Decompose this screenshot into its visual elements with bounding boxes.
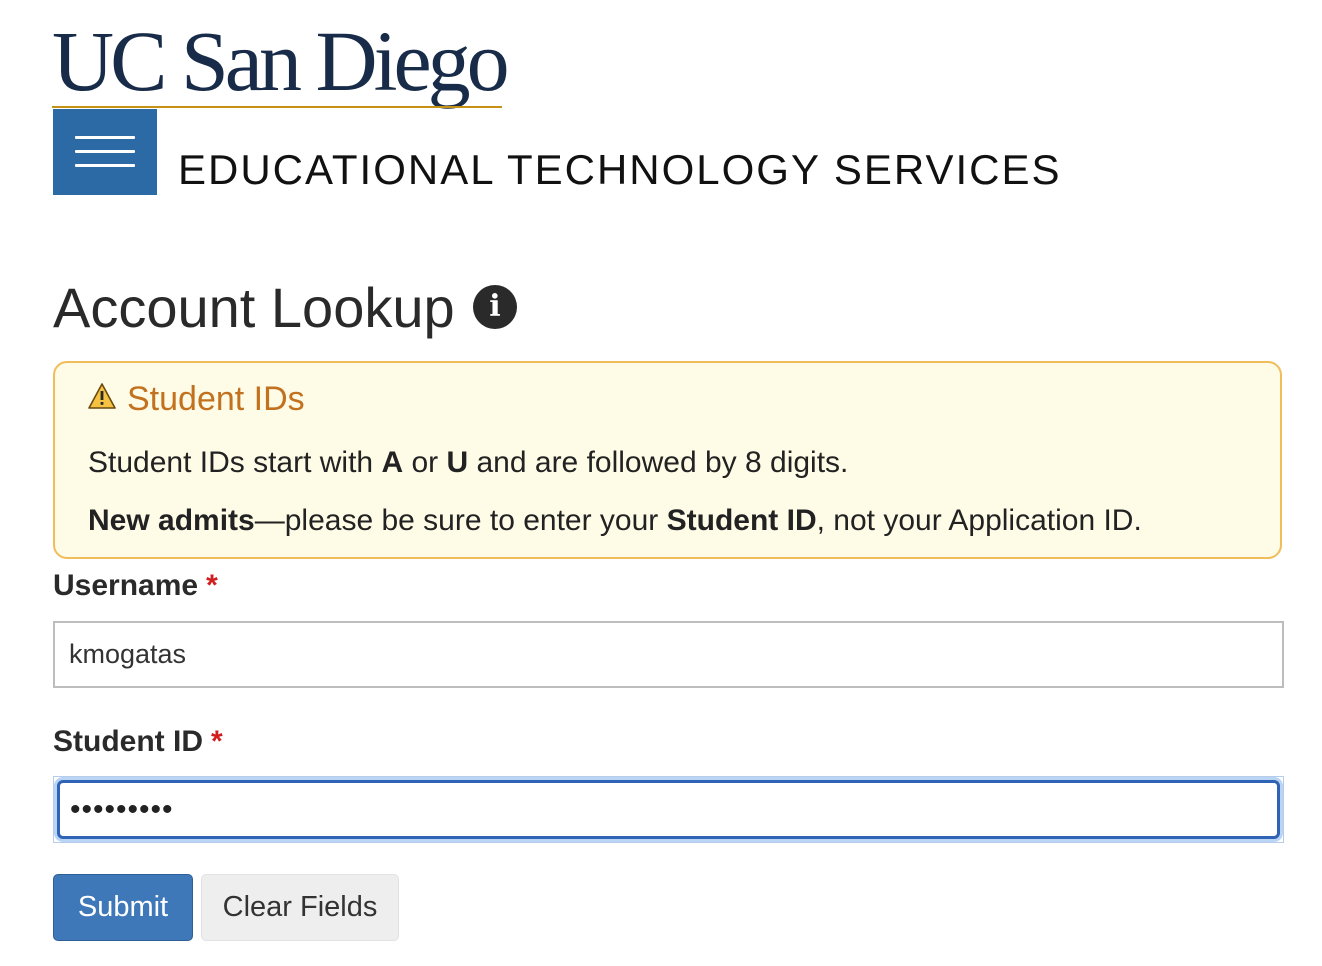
submit-button[interactable]: Submit [53, 874, 193, 941]
student-id-input[interactable] [57, 780, 1280, 839]
notice-line-new-admits: New admits—please be sure to enter your … [88, 504, 1142, 537]
clear-fields-button[interactable]: Clear Fields [201, 874, 399, 941]
notice-line-id-format: Student IDs start with A or U and are fo… [88, 446, 849, 479]
hamburger-menu-button[interactable] [53, 109, 157, 195]
required-asterisk: * [211, 725, 223, 758]
page: UC San Diego EDUCATIONAL TECHNOLOGY SERV… [0, 0, 1322, 966]
logo-underline [52, 106, 502, 108]
username-input[interactable] [53, 621, 1284, 688]
username-label: Username * [53, 569, 218, 602]
warning-triangle-icon [88, 383, 116, 409]
student-id-notice: Student IDs Student IDs start with A or … [53, 361, 1282, 559]
page-title: Account Lookup [53, 276, 455, 339]
site-title[interactable]: EDUCATIONAL TECHNOLOGY SERVICES [178, 145, 1062, 195]
uc-san-diego-logo[interactable]: UC San Diego [52, 13, 510, 112]
student-id-label: Student ID * [53, 725, 223, 758]
info-circle-icon[interactable]: i [473, 285, 517, 329]
required-asterisk: * [206, 569, 218, 602]
notice-title: Student IDs [127, 380, 305, 418]
logo-wordmark: UC San Diego [52, 13, 510, 109]
